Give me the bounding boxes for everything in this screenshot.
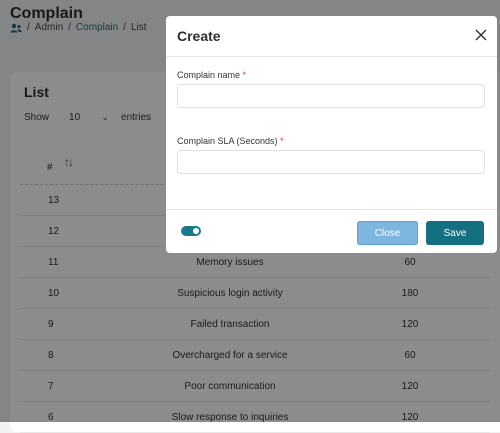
- complain-name-input[interactable]: [177, 84, 485, 108]
- complain-sla-label-text: Complain SLA (Seconds): [177, 136, 278, 146]
- complain-sla-input[interactable]: [177, 150, 485, 174]
- close-button[interactable]: Close: [357, 221, 418, 245]
- toggle-knob: [193, 228, 199, 234]
- modal-header: Create: [166, 16, 497, 57]
- complain-name-label: Complain name *: [177, 70, 246, 80]
- required-mark: *: [242, 70, 247, 80]
- complain-name-label-text: Complain name: [177, 70, 241, 80]
- close-icon[interactable]: [474, 28, 488, 42]
- modal-title: Create: [177, 28, 221, 44]
- save-button[interactable]: Save: [426, 221, 484, 245]
- status-toggle[interactable]: [181, 226, 201, 236]
- modal-footer: Close Save: [166, 209, 497, 254]
- create-modal: Create Complain name * Complain SLA (Sec…: [166, 16, 497, 253]
- required-mark: *: [280, 136, 284, 146]
- complain-sla-label: Complain SLA (Seconds) *: [177, 136, 284, 146]
